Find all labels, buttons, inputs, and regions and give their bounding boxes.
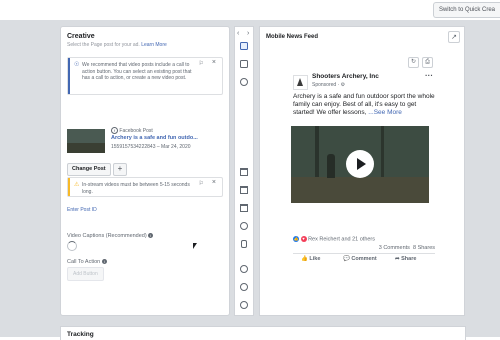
- creative-subtitle-text: Select the Page post for your ad.: [67, 42, 140, 48]
- instagram-icon[interactable]: [240, 265, 248, 273]
- call-to-action-text: Call To Action: [67, 259, 101, 265]
- love-reaction-icon: ♥: [300, 236, 307, 242]
- creative-subtitle: Select the Page post for your ad. Learn …: [67, 42, 167, 48]
- sponsored-label: Sponsored · ⚙: [312, 82, 346, 88]
- see-more-link[interactable]: ...See More: [368, 109, 402, 116]
- selected-post[interactable]: f Facebook Post Archery is a safe and fu…: [67, 127, 225, 155]
- close-icon[interactable]: ×: [212, 59, 216, 67]
- info-icon[interactable]: i: [148, 233, 154, 239]
- marketplace-alt-icon[interactable]: [240, 186, 248, 194]
- share-button[interactable]: ➦ Share: [395, 256, 416, 262]
- info-bar: [68, 58, 70, 94]
- warning-bar: [68, 178, 70, 196]
- right-column-icon[interactable]: [240, 78, 248, 86]
- call-to-action-label: Call To Action i: [67, 259, 107, 265]
- loading-spinner-icon: [67, 241, 77, 251]
- post-actions: 👍 Like 💬 Comment ➦ Share: [293, 256, 435, 266]
- page-name[interactable]: Shooters Archery, Inc: [312, 73, 379, 80]
- cta-recommendation-notice: ☉ We recommend that video posts include …: [67, 57, 223, 95]
- shop-icon[interactable]: [240, 204, 248, 212]
- switch-to-quick-creation-button[interactable]: Switch to Quick Crea: [432, 2, 500, 18]
- like-button[interactable]: 👍 Like: [301, 256, 320, 262]
- notice-text: We recommend that video posts include a …: [82, 62, 192, 81]
- play-icon[interactable]: [346, 150, 374, 178]
- post-source-label: Facebook Post: [119, 127, 153, 134]
- change-post-button[interactable]: Change Post: [67, 163, 111, 176]
- facebook-icon: f: [111, 127, 118, 134]
- comments-count[interactable]: 3 Comments: [379, 245, 410, 251]
- comment-button[interactable]: 💬 Comment: [343, 256, 377, 262]
- comment-label: Comment: [351, 256, 377, 262]
- learn-more-link[interactable]: Learn More: [141, 42, 167, 48]
- video-captions-label: Video Captions (Recommended) i: [67, 233, 154, 239]
- tracking-panel: Tracking: [60, 326, 466, 340]
- mouse-cursor-icon: [193, 243, 197, 249]
- chevron-left-icon[interactable]: ‹: [237, 30, 239, 37]
- marketplace-icon[interactable]: [240, 168, 248, 176]
- preview-title: Mobile News Feed: [266, 34, 319, 40]
- video-scene-tree: [381, 126, 384, 181]
- top-bar: Switch to Quick Crea: [0, 0, 500, 20]
- divider: [293, 253, 435, 254]
- external-link-icon[interactable]: ↗: [448, 31, 460, 43]
- post-text: Archery is a safe and fun outdoor sport …: [293, 93, 435, 117]
- creative-title: Creative: [67, 33, 95, 40]
- add-post-button[interactable]: +: [113, 163, 127, 176]
- lightbulb-icon: ☉: [74, 62, 80, 68]
- more-options-icon[interactable]: ···: [425, 71, 433, 80]
- post-title: Archery is a safe and fun outdo...: [111, 135, 198, 141]
- post-thumbnail: [67, 129, 105, 153]
- like-label: Like: [309, 256, 321, 262]
- placement-toolbar: ‹ ›: [234, 26, 318, 316]
- messenger-icon[interactable]: [240, 301, 248, 309]
- video-captions-text: Video Captions (Recommended): [67, 233, 147, 239]
- audience-network-icon[interactable]: [240, 283, 248, 291]
- print-icon[interactable]: ⎙: [422, 57, 433, 68]
- post-meta: 1559157534222843 – Mar 24, 2020: [111, 144, 191, 150]
- refresh-icon[interactable]: ↻: [408, 57, 419, 68]
- flag-icon[interactable]: ⚐: [199, 181, 204, 188]
- enter-post-id-link[interactable]: Enter Post ID: [67, 207, 97, 213]
- share-label: Share: [401, 256, 417, 262]
- page-avatar: [293, 75, 308, 90]
- close-icon[interactable]: ×: [212, 179, 216, 187]
- video-scene-ground: [291, 177, 429, 203]
- post-stats: 3 Comments 8 Shares: [379, 245, 435, 251]
- preview-panel: Mobile News Feed ↗ ↻ ⎙ Shooters Archery,…: [259, 26, 465, 316]
- creative-panel: Creative Select the Page post for your a…: [60, 26, 230, 316]
- chevron-right-icon[interactable]: ›: [247, 30, 249, 37]
- video-scene-archer: [327, 154, 335, 178]
- reactions-text: Rex Reichert and 21 others: [308, 236, 376, 243]
- post-body: Archery is a safe and fun outdoor sport …: [293, 93, 435, 116]
- video-thumbnail[interactable]: [291, 126, 429, 203]
- phone-icon[interactable]: [241, 240, 247, 248]
- shares-count[interactable]: 8 Shares: [413, 245, 435, 251]
- instream-warning-notice: ⚠ In-stream videos must be between 5-15 …: [67, 177, 223, 197]
- post-source: f Facebook Post: [111, 127, 153, 134]
- info-icon[interactable]: i: [101, 259, 107, 265]
- search-results-icon[interactable]: [240, 222, 248, 230]
- add-button[interactable]: Add Button: [67, 267, 104, 281]
- desktop-feed-icon[interactable]: [240, 60, 248, 68]
- reactions-summary[interactable]: 👍 ♥ Rex Reichert and 21 others: [293, 236, 375, 242]
- warning-text: In-stream videos must be between 5-15 se…: [82, 182, 190, 195]
- like-reaction-icon: 👍: [293, 236, 299, 242]
- mobile-feed-icon[interactable]: [240, 42, 248, 50]
- flag-icon[interactable]: ⚐: [199, 61, 204, 68]
- warning-icon: ⚠: [74, 182, 80, 188]
